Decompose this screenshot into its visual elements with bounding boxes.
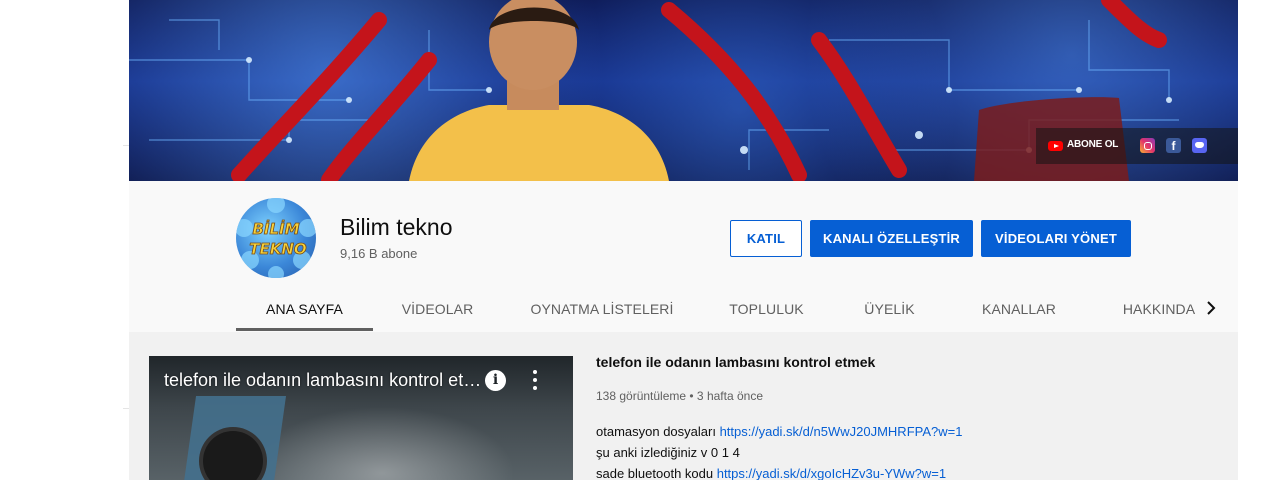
channel-name: Bilim tekno bbox=[340, 214, 453, 240]
avatar-logo: BİLİM TEKNO bbox=[236, 198, 316, 278]
description-link[interactable]: https://yadi.sk/d/xgoIcHZv3u-YWw?w=1 bbox=[717, 466, 946, 480]
more-vert-icon[interactable] bbox=[531, 369, 539, 391]
tab-playlists[interactable]: OYNATMA LİSTELERİ bbox=[502, 287, 702, 331]
avatar-text-top: BİLİM bbox=[252, 219, 299, 238]
youtube-icon[interactable] bbox=[1048, 141, 1063, 151]
channel-page: ABONE OL f BİLİM TEKNO Bilim tekno 9,16 … bbox=[129, 0, 1238, 480]
avatar-text-bottom: TEKNO bbox=[249, 240, 307, 258]
subscriber-count: 9,16 B abone bbox=[340, 246, 418, 261]
info-icon[interactable]: i bbox=[485, 370, 506, 391]
manage-videos-button[interactable]: VİDEOLARI YÖNET bbox=[981, 220, 1131, 257]
facebook-icon[interactable]: f bbox=[1166, 138, 1181, 153]
description-line-2: şu anki izlediğiniz v 0 1 4 bbox=[596, 445, 740, 460]
description-line-1: otamasyon dosyaları https://yadi.sk/d/n5… bbox=[596, 424, 962, 439]
discord-icon[interactable] bbox=[1192, 138, 1207, 153]
description-line-3: sade bluetooth kodu https://yadi.sk/d/xg… bbox=[596, 466, 946, 480]
tab-community[interactable]: TOPLULUK bbox=[702, 287, 831, 331]
channel-avatar[interactable]: BİLİM TEKNO bbox=[236, 198, 316, 278]
customize-channel-button[interactable]: KANALI ÖZELLEŞTİR bbox=[810, 220, 973, 257]
active-tab-indicator bbox=[236, 328, 373, 331]
tab-videos[interactable]: VİDEOLAR bbox=[373, 287, 502, 331]
featured-video-player[interactable]: telefon ile odanın lambasını kontrol et…… bbox=[149, 356, 573, 480]
featured-video-title[interactable]: telefon ile odanın lambasını kontrol etm… bbox=[596, 354, 875, 370]
channel-banner: ABONE OL f bbox=[129, 0, 1238, 181]
description-link[interactable]: https://yadi.sk/d/n5WwJ20JMHRFPA?w=1 bbox=[720, 424, 963, 439]
instagram-icon[interactable] bbox=[1140, 138, 1155, 153]
description-text: otamasyon dosyaları bbox=[596, 424, 720, 439]
subscribe-link[interactable]: ABONE OL bbox=[1067, 139, 1118, 150]
featured-video-meta: 138 görüntüleme • 3 hafta önce bbox=[596, 389, 763, 403]
description-text: sade bluetooth kodu bbox=[596, 466, 717, 480]
banner-links-bar: ABONE OL f bbox=[1036, 128, 1238, 164]
chevron-right-icon[interactable] bbox=[1202, 296, 1220, 320]
tab-membership[interactable]: ÜYELİK bbox=[831, 287, 948, 331]
featured-section: telefon ile odanın lambasını kontrol et…… bbox=[129, 332, 1238, 480]
tab-channels[interactable]: KANALLAR bbox=[948, 287, 1090, 331]
tab-home[interactable]: ANA SAYFA bbox=[236, 287, 373, 331]
join-button[interactable]: KATIL bbox=[730, 220, 802, 257]
video-overlay-title[interactable]: telefon ile odanın lambasını kontrol et… bbox=[164, 370, 484, 391]
